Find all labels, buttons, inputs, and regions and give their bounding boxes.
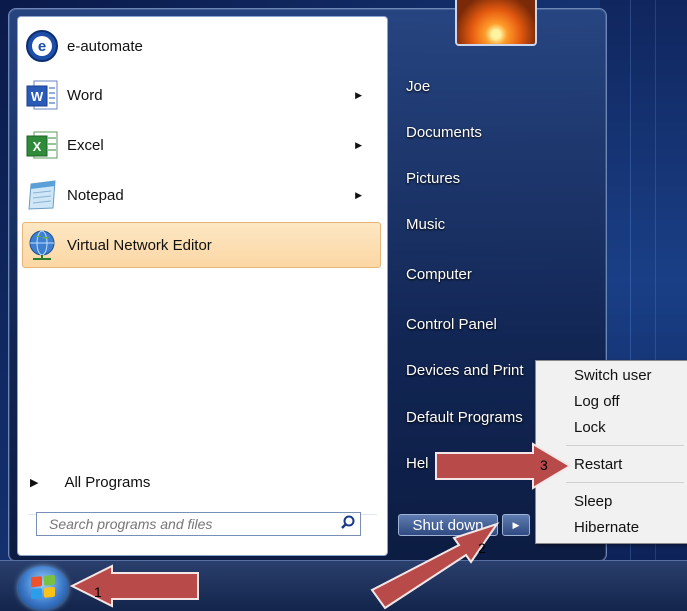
callout-number-1: 1 <box>94 584 102 600</box>
annotation-arrow-3 <box>435 442 572 490</box>
annotation-arrow-2 <box>370 522 500 610</box>
callout-number-3: 3 <box>540 457 548 473</box>
callout-number-2: 2 <box>478 540 486 556</box>
annotation-arrows <box>69 442 572 610</box>
annotation-arrow-1 <box>69 564 199 608</box>
